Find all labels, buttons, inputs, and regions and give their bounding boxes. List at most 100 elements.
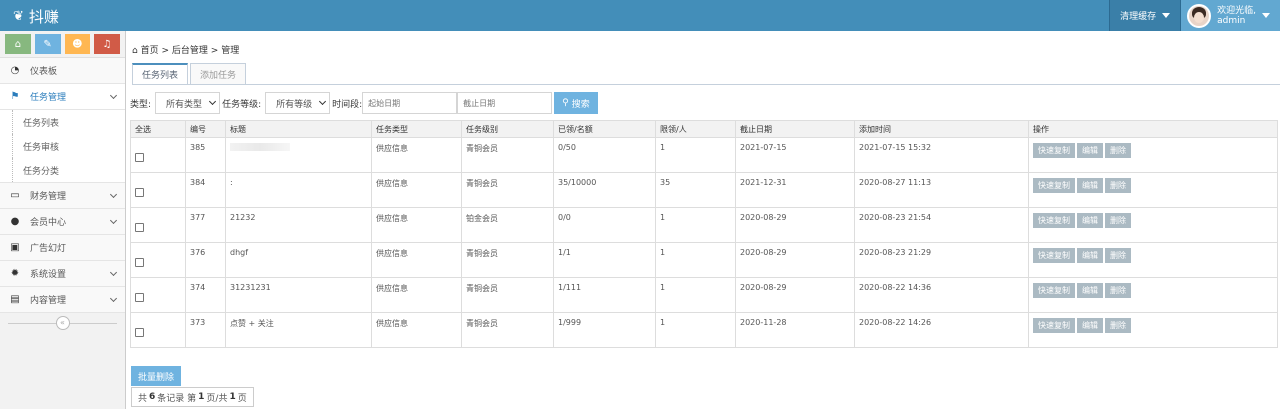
type-filter-label: 类型: — [130, 99, 152, 110]
brand[interactable]: ❦ 抖赚 — [13, 6, 59, 27]
cell-title — [225, 137, 372, 173]
avatar — [1187, 3, 1212, 28]
pager-text: 页 — [237, 393, 247, 404]
col-actions: 操作 — [1028, 120, 1278, 138]
row-checkbox[interactable] — [135, 222, 144, 232]
sidebar-item-label: 会员中心 — [30, 218, 67, 228]
users-icon: ☻ — [72, 38, 83, 50]
delete-button[interactable]: 删除 — [1105, 318, 1131, 333]
edit-button[interactable]: 编辑 — [1077, 248, 1103, 263]
home-icon: ⌂ — [14, 38, 22, 50]
collapse-sidebar-button[interactable]: « — [55, 316, 70, 330]
chevron-down-icon — [109, 190, 118, 199]
col-id: 编号 — [185, 120, 226, 138]
cell-quota: 35/10000 — [553, 172, 656, 208]
sidebar-item-content[interactable]: ▤ 内容管理 — [0, 287, 125, 313]
cell-type: 供应信息 — [371, 242, 462, 278]
quick-copy-button[interactable]: 快速复制 — [1033, 318, 1075, 333]
sidebar-item-finance[interactable]: ▭ 财务管理 — [0, 183, 125, 209]
tab-add-task[interactable]: 添加任务 — [190, 63, 247, 85]
cell-title: : — [225, 172, 372, 208]
cell-limit: 1 — [655, 242, 736, 278]
pencil-shortcut-button[interactable]: ✎ — [34, 34, 61, 54]
quick-copy-button[interactable]: 快速复制 — [1033, 143, 1075, 158]
cell-select — [130, 312, 186, 348]
quick-copy-button[interactable]: 快速复制 — [1033, 283, 1075, 298]
bell-shortcut-button[interactable]: ♫ — [94, 34, 120, 54]
cell-quota: 1/111 — [553, 277, 656, 313]
quick-copy-button[interactable]: 快速复制 — [1033, 213, 1075, 228]
cell-limit: 1 — [655, 137, 736, 173]
breadcrumb-home[interactable]: 首页 — [141, 46, 159, 56]
cell-level: 铂金会员 — [461, 207, 554, 243]
row-checkbox[interactable] — [135, 292, 144, 302]
row-checkbox[interactable] — [135, 257, 144, 267]
edit-button[interactable]: 编辑 — [1077, 283, 1103, 298]
quick-copy-button[interactable]: 快速复制 — [1033, 178, 1075, 193]
cell-limit: 1 — [655, 312, 736, 348]
sidebar-item-label: 系统设置 — [30, 270, 67, 280]
user-menu[interactable]: 欢迎光临, admin — [1180, 0, 1280, 31]
task-submenu: 任务列表 任务审核 任务分类 — [0, 110, 125, 183]
tab-bar: 任务列表 添加任务 — [132, 63, 248, 85]
book-icon: ▤ — [10, 294, 20, 305]
quick-copy-button[interactable]: 快速复制 — [1033, 248, 1075, 263]
col-select-all[interactable]: 全选 — [130, 120, 186, 138]
table-row: 384: 供应信息 青铜会员 35/10000 35 2021-12-31 2020-08-… — [130, 172, 1278, 208]
delete-button[interactable]: 删除 — [1105, 283, 1131, 298]
sidebar-subitem-task-review[interactable]: 任务审核 — [0, 134, 125, 158]
sidebar-item-settings[interactable]: ✹ 系统设置 — [0, 261, 125, 287]
cell-title: 点赞 + 关注 — [225, 312, 372, 348]
welcome-text: 欢迎光临, — [1217, 5, 1256, 16]
delete-button[interactable]: 删除 — [1105, 178, 1131, 193]
cell-id: 373 — [185, 312, 226, 348]
sidebar-item-label: 内容管理 — [30, 296, 67, 306]
edit-button[interactable]: 编辑 — [1077, 213, 1103, 228]
sidebar-item-members[interactable]: ● 会员中心 — [0, 209, 125, 235]
level-select[interactable]: 所有等级 — [265, 92, 331, 114]
cell-deadline: 2020-08-29 — [735, 277, 855, 313]
row-checkbox[interactable] — [135, 327, 144, 337]
cell-id: 384 — [185, 172, 226, 208]
search-button-label: 搜索 — [571, 99, 590, 110]
pager-total: 6 — [149, 392, 156, 402]
batch-delete-button[interactable]: 批量删除 — [131, 366, 182, 386]
cell-actions: 快速复制 编辑 删除 — [1028, 277, 1278, 313]
edit-button[interactable]: 编辑 — [1077, 143, 1103, 158]
cell-level: 青铜会员 — [461, 277, 554, 313]
sidebar-item-task-management[interactable]: ⚑ 任务管理 — [0, 84, 125, 110]
main-content: ⌂ 首页 > 后台管理 > 管理 任务列表 添加任务 类型: 所有类型 任务等级… — [127, 31, 1280, 409]
sidebar-item-label: 财务管理 — [30, 192, 67, 202]
sidebar-item-label: 广告幻灯 — [30, 244, 67, 254]
sidebar-item-ads[interactable]: ▣ 广告幻灯 — [0, 235, 125, 261]
delete-button[interactable]: 删除 — [1105, 143, 1131, 158]
table-row: 376 dhgf 供应信息 青铜会员 1/1 1 2020-08-29 2020-08-23 … — [130, 242, 1278, 278]
clear-cache-label: 清理缓存 — [1120, 12, 1157, 22]
sidebar-collapse: « — [0, 313, 125, 333]
sidebar-subitem-task-category[interactable]: 任务分类 — [0, 158, 125, 182]
cell-level: 青铜会员 — [461, 172, 554, 208]
row-checkbox[interactable] — [135, 187, 144, 197]
breadcrumb-level2: 管理 — [221, 46, 240, 56]
type-select[interactable]: 所有类型 — [155, 92, 221, 114]
search-button[interactable]: ⚲ 搜索 — [554, 92, 598, 114]
row-checkbox[interactable] — [135, 152, 144, 162]
users-shortcut-button[interactable]: ☻ — [64, 34, 91, 54]
start-date-input[interactable]: 起始日期 — [362, 92, 458, 114]
leaf-icon: ❦ — [13, 9, 24, 24]
clear-cache-button[interactable]: 清理缓存 — [1109, 0, 1181, 31]
end-date-input[interactable]: 截止日期 — [457, 92, 553, 114]
home-shortcut-button[interactable]: ⌂ — [5, 34, 31, 54]
delete-button[interactable]: 删除 — [1105, 213, 1131, 228]
breadcrumb-level1[interactable]: 后台管理 — [172, 46, 208, 56]
cell-added: 2020-08-22 14:26 — [854, 312, 1029, 348]
user-icon: ● — [10, 216, 20, 227]
top-navbar: ❦ 抖赚 清理缓存 欢迎光临, admin — [0, 0, 1280, 31]
sidebar-item-dashboard[interactable]: ◔ 仪表板 — [0, 58, 125, 84]
edit-button[interactable]: 编辑 — [1077, 178, 1103, 193]
delete-button[interactable]: 删除 — [1105, 248, 1131, 263]
sidebar-subitem-task-list[interactable]: 任务列表 — [0, 110, 125, 134]
edit-button[interactable]: 编辑 — [1077, 318, 1103, 333]
tab-task-list[interactable]: 任务列表 — [132, 63, 189, 85]
cell-actions: 快速复制 编辑 删除 — [1028, 137, 1278, 173]
